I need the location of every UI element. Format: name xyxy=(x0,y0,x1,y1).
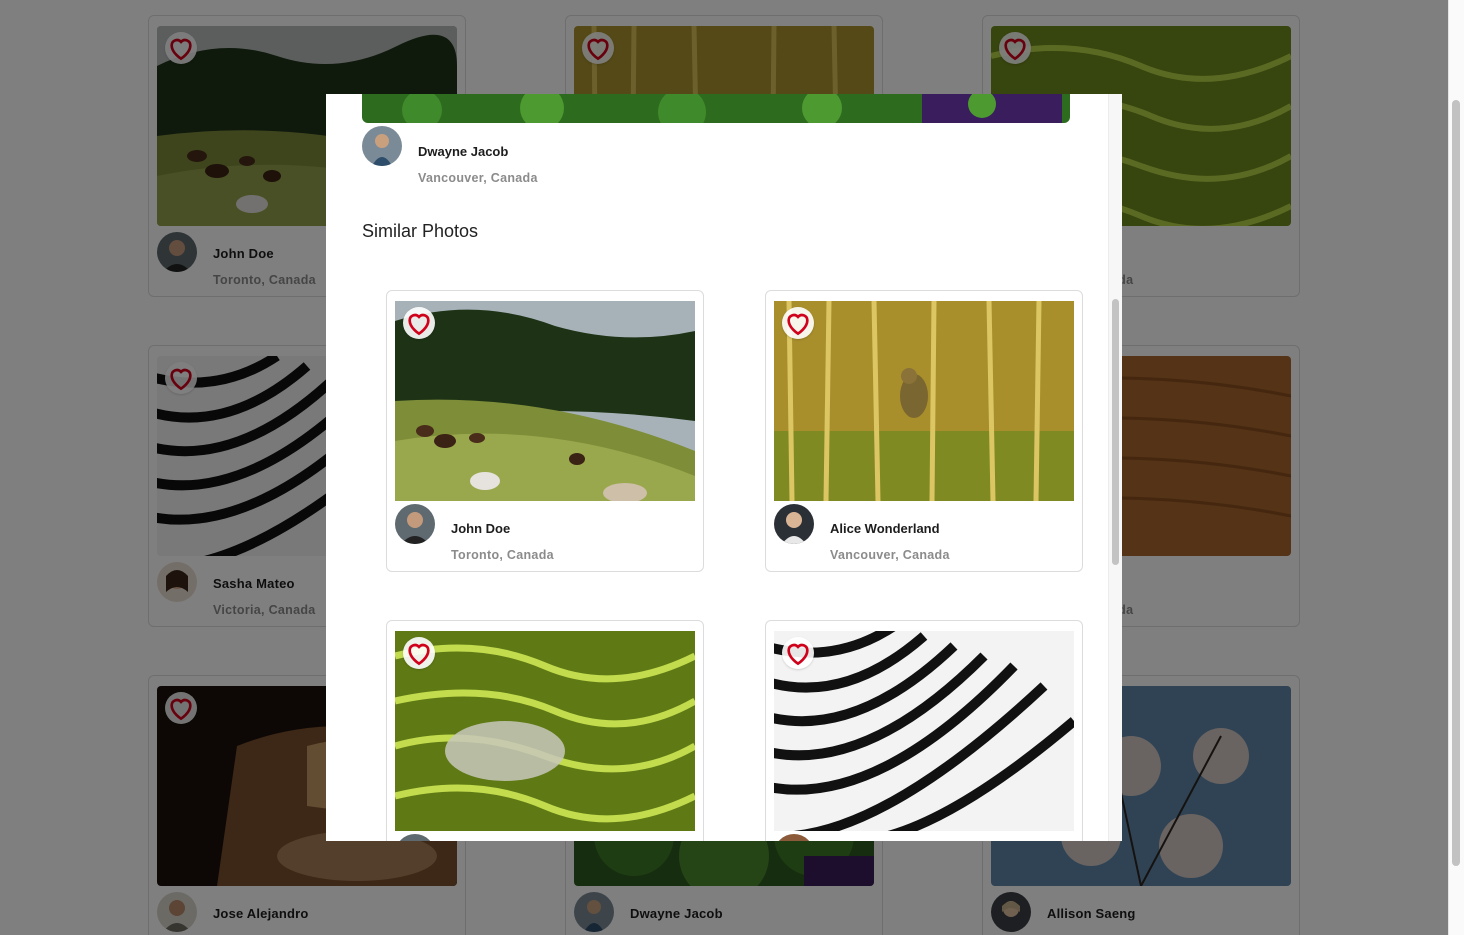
avatar xyxy=(395,834,435,841)
photo-detail-image xyxy=(362,94,1070,123)
heart-outline-icon xyxy=(408,313,430,336)
heart-outline-icon xyxy=(787,313,809,336)
heart-outline-icon xyxy=(787,643,809,666)
author-name: Dwayne Jacob xyxy=(418,144,509,159)
page-scrollbar[interactable] xyxy=(1448,0,1464,935)
similar-photo-card[interactable] xyxy=(386,620,704,841)
photographer-location: Toronto, Canada xyxy=(451,548,554,562)
modal-scrollbar-thumb[interactable] xyxy=(1112,299,1119,565)
avatar xyxy=(774,834,814,841)
like-button[interactable] xyxy=(782,637,814,669)
photo-detail-modal: Dwayne Jacob Vancouver, Canada Similar P… xyxy=(326,94,1122,841)
similar-photo-card[interactable]: John Doe Toronto, Canada xyxy=(386,290,704,572)
photographer-name: Alice Wonderland xyxy=(830,521,940,536)
avatar xyxy=(395,504,435,544)
avatar xyxy=(774,504,814,544)
similar-photos-heading: Similar Photos xyxy=(362,221,479,241)
heart-outline-icon xyxy=(408,643,430,666)
like-button[interactable] xyxy=(782,307,814,339)
similar-photo-card[interactable] xyxy=(765,620,1083,841)
author-location: Vancouver, Canada xyxy=(418,171,538,185)
photographer-location: Vancouver, Canada xyxy=(830,548,950,562)
similar-photo[interactable] xyxy=(395,301,695,501)
similar-photo[interactable] xyxy=(395,631,695,831)
author-avatar xyxy=(362,126,402,166)
page-scrollbar-thumb[interactable] xyxy=(1452,100,1460,866)
similar-photo-card[interactable]: Alice Wonderland Vancouver, Canada xyxy=(765,290,1083,572)
modal-scrollbar[interactable] xyxy=(1108,94,1122,841)
photographer-name: John Doe xyxy=(451,521,511,536)
like-button[interactable] xyxy=(403,307,435,339)
similar-photo[interactable] xyxy=(774,631,1074,831)
similar-photo[interactable] xyxy=(774,301,1074,501)
like-button[interactable] xyxy=(403,637,435,669)
